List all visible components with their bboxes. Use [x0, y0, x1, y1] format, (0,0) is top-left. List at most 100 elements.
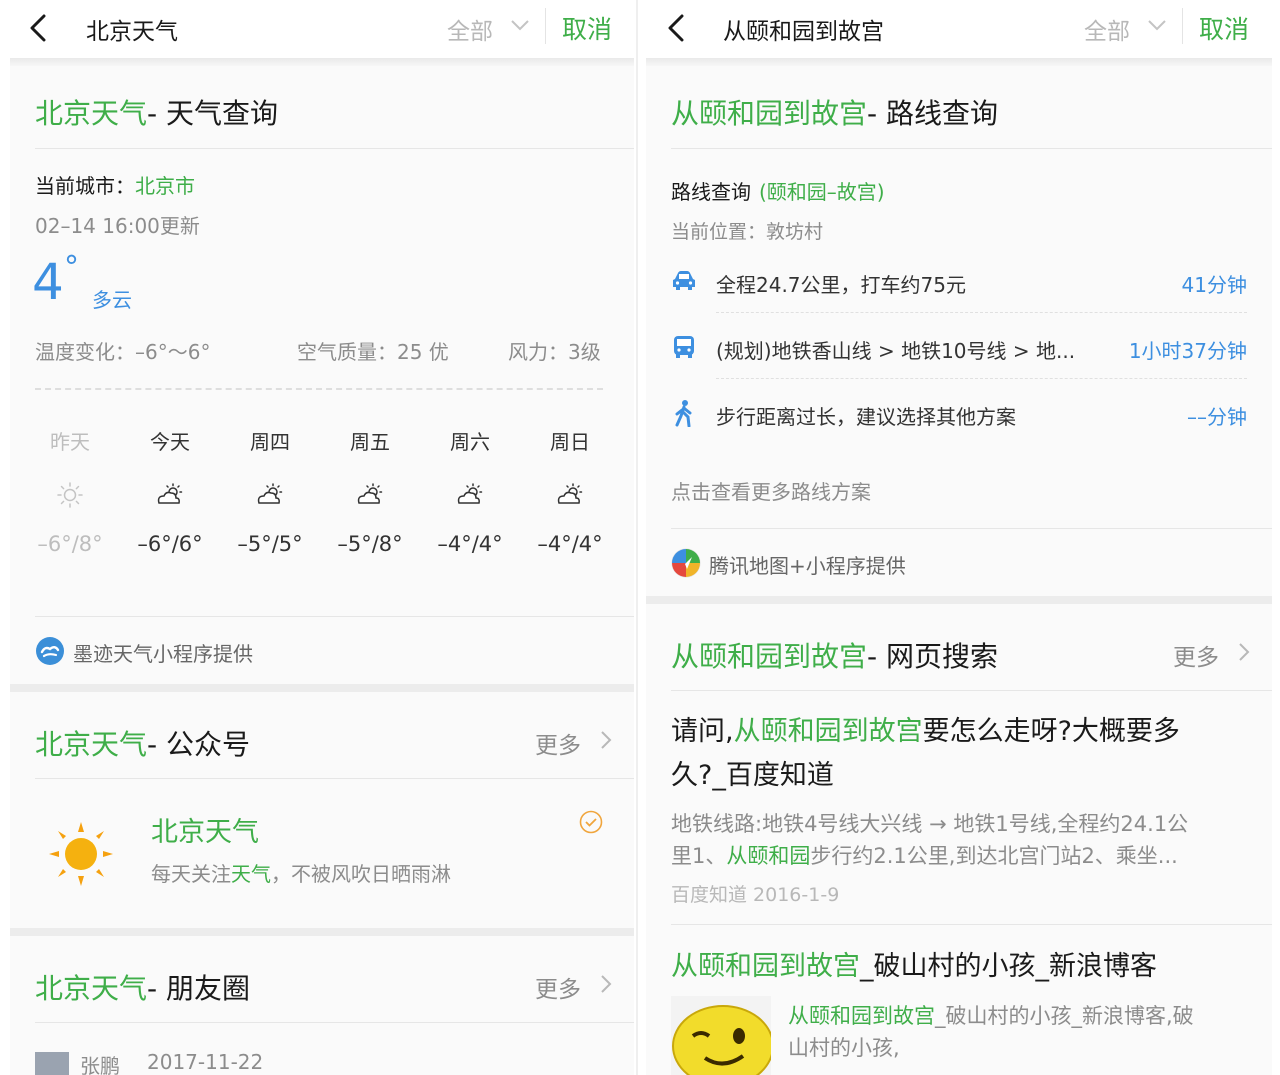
route-option-time: ––分钟 [1187, 405, 1247, 429]
title-rest: - 路线查询 [867, 97, 999, 130]
dashed-divider [35, 388, 603, 390]
search-header: 从颐和园到故宫 全部 取消 [640, 0, 1272, 58]
back-arrow-icon[interactable] [26, 14, 50, 42]
divider [35, 1022, 634, 1023]
route-option-transit[interactable]: (规划)地铁香山线 > 地铁10号线 > 地... 1小时37分钟 [671, 318, 1247, 378]
result-title-line2[interactable]: 久?_百度知道 [671, 754, 834, 798]
route-option-text: 步行距离过长，建议选择其他方案 [716, 405, 1016, 429]
title-highlight: 北京天气 [35, 972, 148, 1005]
official-account-item[interactable]: 北京天气 每天关注天气，不被风吹日晒雨淋 [35, 804, 627, 904]
route-query: 路线查询 (颐和园–故宫) [671, 176, 885, 205]
forecast-day-label: 周日 [550, 430, 590, 454]
more-link[interactable]: 更多 [1173, 638, 1219, 672]
route-option-walk[interactable]: 步行距离过长，建议选择其他方案 ––分钟 [671, 384, 1247, 444]
header-divider [1182, 8, 1183, 44]
title-highlight: 从颐和园到故宫 [671, 97, 868, 130]
avatar[interactable] [35, 1052, 69, 1075]
forecast-range: –5°/8° [337, 532, 403, 556]
forecast-day: 昨天 –6°/8° [20, 426, 120, 576]
forecast-range: –5°/5° [237, 532, 303, 556]
forecast-day: 周六 –4°/4° [420, 426, 520, 576]
filter-dropdown[interactable]: 全部 [1084, 12, 1130, 46]
title-highlight: 从颐和园到故宫 [671, 951, 860, 982]
forecast-day: 今天 –6°/6° [120, 426, 220, 576]
result-title[interactable]: 请问,从颐和园到故宫要怎么走呀?大概要多 [671, 710, 1180, 754]
weather-provider: 墨迹天气小程序提供 [73, 642, 253, 666]
more-routes-link[interactable]: 点击查看更多路线方案 [671, 476, 871, 505]
section-gap [10, 684, 634, 692]
web-search-section: 从颐和园到故宫- 网页搜索 更多 请问,从颐和园到故宫要怎么走呀?大概要多 久?… [646, 604, 1272, 1075]
web-result[interactable]: 从颐和园到故宫_破山村的小孩_新浪博客 从颐和园到故宫_破山村的小孩_新浪博客,… [671, 934, 1247, 1075]
search-query[interactable]: 从颐和园到故宫 [723, 12, 884, 46]
desc-highlight: 天气 [231, 862, 271, 886]
moment-author[interactable]: 张鹏 [80, 1050, 120, 1075]
section-gap [10, 928, 634, 936]
section-gap [646, 596, 1272, 604]
title-rest: - 网页搜索 [867, 640, 999, 673]
forecast-day: 周四 –5°/5° [220, 426, 320, 576]
title-post: 要怎么走呀?大概要多 [922, 716, 1180, 747]
route-option-taxi[interactable]: 全程24.7公里，打车约75元 41分钟 [671, 252, 1247, 312]
forecast-range: –6°/6° [137, 532, 203, 556]
degree-symbol: ° [64, 250, 79, 285]
forecast-day: 周日 –4°/4° [520, 426, 620, 576]
more-link[interactable]: 更多 [535, 726, 581, 760]
divider [35, 778, 634, 779]
forecast-range: –4°/4° [437, 532, 503, 556]
route-option-time: 1小时37分钟 [1128, 339, 1247, 363]
moment-date: 2017-11-22 [147, 1050, 264, 1074]
desc-pre: 每天关注 [151, 862, 231, 886]
divider [671, 690, 1272, 691]
snippet-post: 步行约2.1公里,到达北宫门站2、乘坐... [810, 844, 1178, 868]
more-link[interactable]: 更多 [535, 970, 581, 1004]
result-snippet-line2: 山村的小孩, [788, 1036, 900, 1060]
chevron-down-icon[interactable] [1147, 18, 1167, 32]
search-query[interactable]: 北京天气 [86, 12, 178, 46]
moji-logo-icon [36, 637, 64, 665]
walk-icon [675, 400, 692, 427]
web-result[interactable]: 请问,从颐和园到故宫要怎么走呀?大概要多 久?_百度知道 地铁线路:地铁4号线大… [671, 704, 1247, 914]
chevron-right-icon[interactable] [1238, 642, 1250, 662]
city-value: 北京市 [135, 174, 195, 198]
weather-section-title: 北京天气- 天气查询 [35, 92, 278, 132]
weather-card[interactable]: 北京天气- 天气查询 当前城市：北京市 02–14 16:00更新 4 ° 多云… [10, 66, 634, 684]
divider [671, 528, 1272, 529]
result-source: 百度知道 2016-1-9 [671, 884, 840, 906]
account-description: 每天关注天气，不被风吹日晒雨淋 [151, 858, 451, 887]
forecast-day-label: 周四 [250, 430, 290, 454]
forecast-range: –4°/4° [537, 532, 603, 556]
cancel-button[interactable]: 取消 [1199, 10, 1249, 46]
title-post: _破山村的小孩_新浪博客 [860, 951, 1157, 982]
snippet-highlight: 从颐和园到故宫 [788, 1004, 935, 1028]
forecast-day-label: 周六 [450, 430, 490, 454]
query-label: 路线查询 [671, 180, 751, 204]
forecast-row: 昨天 –6°/8° 今天 –6°/6° 周四 –5°/5° 周五 –5°/8° 周六 –4°/4°… [20, 426, 620, 576]
divider [35, 148, 634, 149]
weather-search-panel: 北京天气 全部 取消 北京天气- 天气查询 当前城市：北京市 02–14 16:… [2, 0, 634, 1075]
result-title[interactable]: 从颐和园到故宫_破山村的小孩_新浪博客 [671, 944, 1157, 983]
filter-dropdown[interactable]: 全部 [447, 12, 493, 46]
forecast-day-label: 昨天 [50, 430, 90, 454]
snippet-highlight: 从颐和园 [726, 844, 811, 868]
divider [671, 924, 1272, 925]
dashed-divider [716, 378, 1247, 379]
header-shadow [646, 58, 1272, 66]
city-label: 当前城市： [35, 174, 135, 198]
query-value: (颐和园–故宫) [759, 180, 885, 204]
chevron-down-icon[interactable] [510, 18, 530, 32]
temperature-change: 温度变化：–6°～6° [35, 340, 211, 364]
panel-divider [636, 0, 638, 1075]
chevron-right-icon[interactable] [600, 730, 612, 750]
title-rest: - 天气查询 [147, 97, 279, 130]
title-rest: - 朋友圈 [147, 972, 251, 1005]
forecast-day-label: 今天 [150, 430, 190, 454]
route-option-text: 全程24.7公里，打车约75元 [716, 273, 966, 297]
chevron-right-icon[interactable] [600, 974, 612, 994]
partly-cloudy-icon [420, 482, 520, 510]
route-card[interactable]: 从颐和园到故宫- 路线查询 路线查询 (颐和园–故宫) 当前位置：敦坊村 全程24… [646, 66, 1272, 596]
partly-cloudy-icon [320, 482, 420, 510]
cancel-button[interactable]: 取消 [562, 10, 612, 46]
partly-cloudy-icon [120, 482, 220, 510]
title-pre: 请问, [671, 716, 734, 747]
back-arrow-icon[interactable] [664, 14, 688, 42]
